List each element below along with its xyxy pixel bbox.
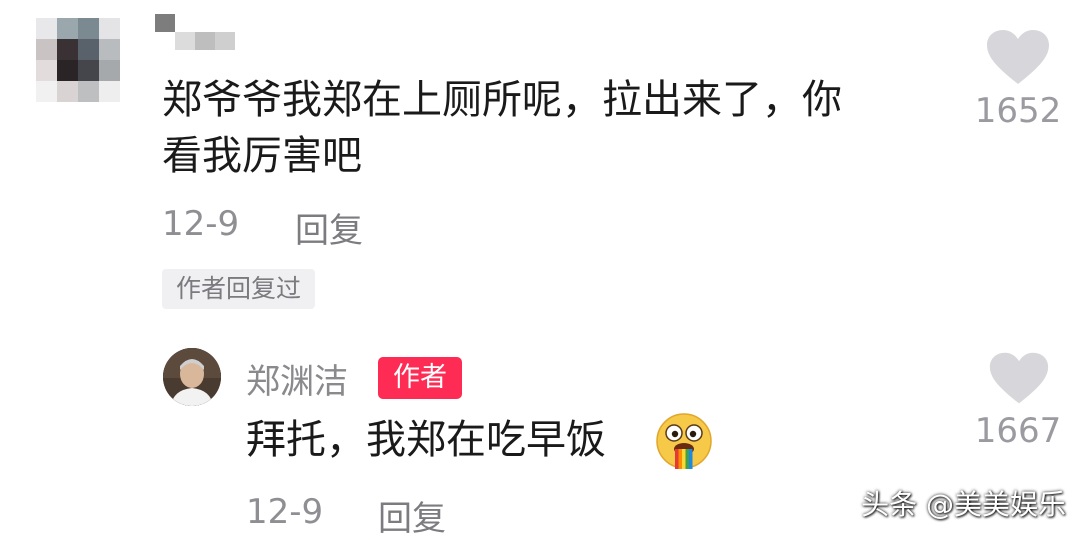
author-avatar[interactable] (163, 348, 221, 406)
heart-icon (987, 30, 1049, 84)
comment-date: 12-9 (162, 204, 240, 244)
reply-button[interactable]: 回复 (295, 203, 363, 252)
author-badge: 作者 (378, 357, 462, 399)
like-button[interactable] (985, 30, 1051, 86)
vomiting-rainbow-emoji (654, 411, 714, 471)
author-name[interactable]: 郑渊洁 (246, 354, 348, 403)
commenter-avatar[interactable] (36, 18, 120, 102)
reply-date: 12-9 (246, 492, 324, 532)
like-count: 1652 (974, 91, 1062, 131)
comment-text-line-2: 看我厉害吧 (162, 133, 362, 179)
author-replied-badge[interactable]: 作者回复过 (162, 269, 316, 309)
comment-text-line-1: 郑爷爷我郑在上厕所呢，拉出来了，你 (162, 77, 842, 123)
reply-text: 拜托，我郑在吃早饭 (246, 417, 606, 463)
heart-icon (989, 352, 1049, 404)
watermark: 头条 @美美娱乐 (861, 488, 1066, 521)
like-count: 1667 (974, 411, 1062, 451)
like-button[interactable] (988, 352, 1050, 406)
comment-text: 郑爷爷我郑在上厕所呢，拉出来了，你 看我厉害吧 (162, 72, 842, 184)
commenter-name[interactable] (155, 14, 235, 50)
author-photo (163, 348, 221, 406)
